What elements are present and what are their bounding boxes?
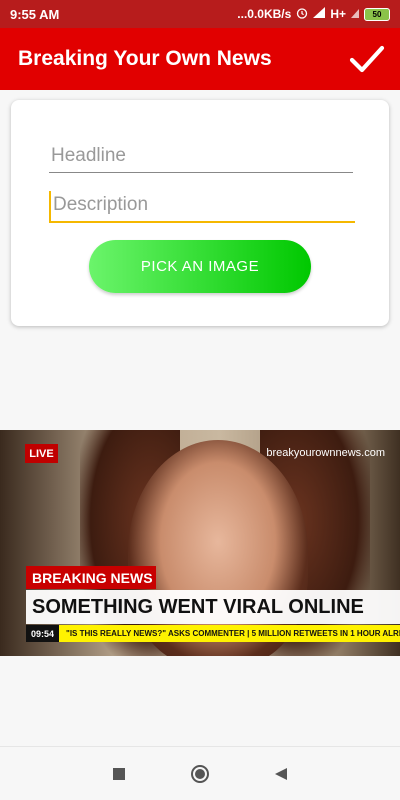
alarm-icon [296,7,308,22]
news-ticker: 09:54 "IS THIS REALLY NEWS?" ASKS COMMEN… [26,625,400,642]
battery-icon: 50 [364,7,390,21]
news-headline-banner: SOMETHING WENT VIRAL ONLINE [26,590,400,624]
signal-icon-secondary [351,7,359,21]
signal-icon [313,7,326,21]
network-type: H+ [330,7,346,21]
description-input[interactable] [49,191,355,223]
breaking-news-label: BREAKING NEWS [26,566,156,589]
check-icon[interactable] [348,40,386,78]
status-bar: 9:55 AM ...0.0KB/s H+ 50 [0,0,400,28]
triangle-back-icon[interactable] [273,766,289,782]
network-speed: ...0.0KB/s [237,7,292,21]
circle-home-icon[interactable] [190,764,210,784]
ticker-text: "IS THIS REALLY NEWS?" ASKS COMMENTER | … [66,629,400,638]
ticker-time: 09:54 [26,625,60,642]
input-card: PICK AN IMAGE [11,100,389,326]
watermark-text: breakyourownnews.com [266,447,385,459]
square-recent-icon[interactable] [111,766,127,782]
headline-input[interactable] [49,142,353,173]
live-badge: LIVE [25,444,58,463]
pick-image-button[interactable]: PICK AN IMAGE [89,240,311,293]
app-bar: Breaking Your Own News [0,28,400,90]
status-indicators: ...0.0KB/s H+ 50 [237,7,390,22]
status-time: 9:55 AM [10,6,60,22]
app-title: Breaking Your Own News [18,47,272,70]
news-preview-image: LIVE breakyourownnews.com BREAKING NEWS … [0,430,400,656]
navigation-bar [0,746,400,800]
